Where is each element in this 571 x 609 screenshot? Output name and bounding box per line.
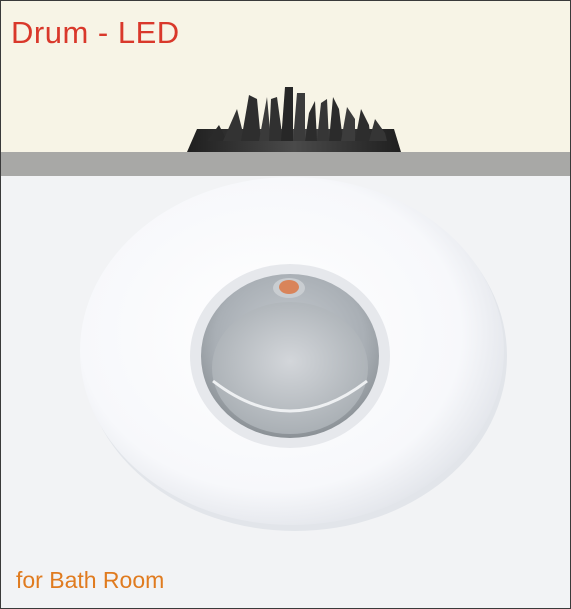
product-subtitle: for Bath Room [16,567,165,593]
product-image-area [1,176,570,608]
heatsink-fins-image [187,87,401,152]
product-card: Drum - LED for Bath Room [0,0,571,609]
ceiling-bar [1,152,570,176]
round-downlight-image [80,177,507,531]
top-band: Drum - LED [1,1,570,152]
